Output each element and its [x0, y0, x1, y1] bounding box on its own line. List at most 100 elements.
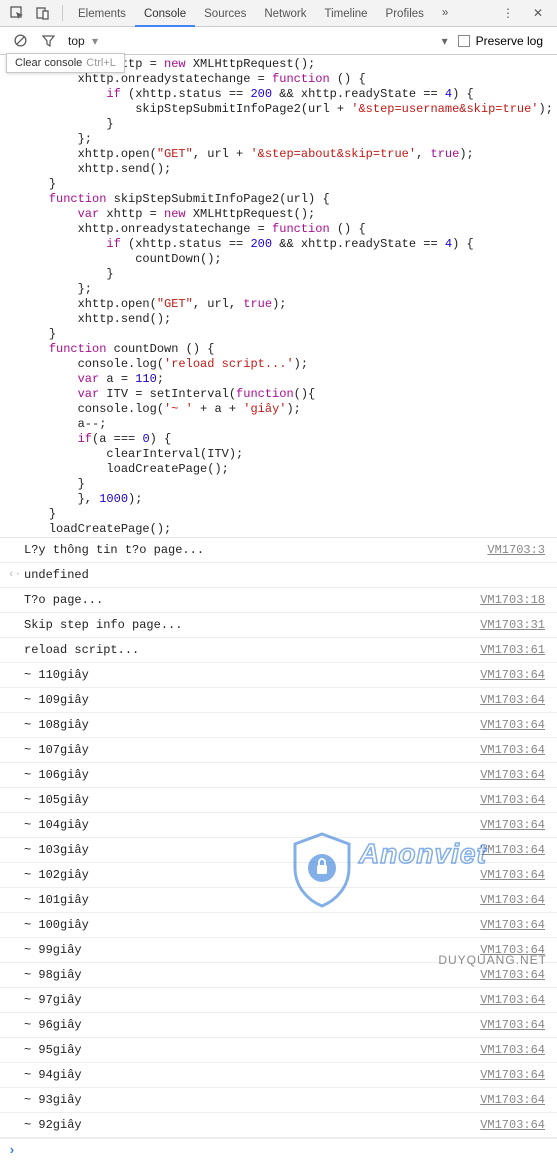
console-log-row: T?o page...VM1703:18: [0, 588, 557, 613]
console-log-row: ~ 101giâyVM1703:64: [0, 888, 557, 913]
console-log-row: ~ 108giâyVM1703:64: [0, 713, 557, 738]
console-log-row: ~ 96giâyVM1703:64: [0, 1013, 557, 1038]
console-source-link[interactable]: VM1703:64: [480, 666, 545, 684]
preserve-log-label: Preserve log: [476, 34, 543, 48]
console-message: ~ 94giây: [24, 1066, 480, 1084]
clear-console-icon[interactable]: [10, 31, 30, 51]
console-message: T?o page...: [24, 591, 480, 609]
code-line: clearInterval(ITV);: [20, 447, 557, 462]
console-source-link[interactable]: VM1703:64: [480, 991, 545, 1009]
checkbox-icon: [458, 35, 470, 47]
console-source-link[interactable]: VM1703:64: [480, 691, 545, 709]
console-source-link[interactable]: VM1703:64: [480, 866, 545, 884]
console-source-link[interactable]: VM1703:64: [480, 1041, 545, 1059]
context-label: top: [68, 34, 85, 48]
code-line: console.log('~ ' + a + 'giây');: [20, 402, 557, 417]
code-line: xhttp.open("GET", url, true);: [20, 297, 557, 312]
console-source-link[interactable]: VM1703:64: [480, 891, 545, 909]
console-prompt[interactable]: ›: [0, 1138, 557, 1162]
console-source-link[interactable]: VM1703:64: [480, 841, 545, 859]
console-message: ~ 103giây: [24, 841, 480, 859]
code-line: xhttp.onreadystatechange = function () {: [20, 222, 557, 237]
console-message: ~ 107giây: [24, 741, 480, 759]
devtools-tab-bar: ElementsConsoleSourcesNetworkTimelinePro…: [0, 0, 557, 27]
console-source-link[interactable]: VM1703:64: [480, 1116, 545, 1134]
console-log-row: ~ 105giâyVM1703:64: [0, 788, 557, 813]
console-message: ~ 108giây: [24, 716, 480, 734]
code-line: xhttp.onreadystatechange = function () {: [20, 72, 557, 87]
tab-sources[interactable]: Sources: [195, 3, 255, 25]
console-source-link[interactable]: VM1703:64: [480, 1066, 545, 1084]
code-line: };: [20, 282, 557, 297]
tabs: ElementsConsoleSourcesNetworkTimelinePro…: [69, 6, 433, 20]
console-return-row: ‹·undefined: [0, 563, 557, 588]
tooltip-shortcut: Ctrl+L: [86, 57, 116, 69]
tooltip-label: Clear console: [15, 57, 82, 69]
console-log-row: ~ 102giâyVM1703:64: [0, 863, 557, 888]
console-source-link[interactable]: VM1703:61: [480, 641, 545, 659]
footer-brand: DUYQUANG.NET: [438, 953, 547, 967]
chevron-down-icon: ▾: [92, 34, 98, 48]
code-line: console.log('reload script...');: [20, 357, 557, 372]
filter-icon[interactable]: [38, 31, 58, 51]
console-message: ~ 95giây: [24, 1041, 480, 1059]
console-source-link[interactable]: VM1703:64: [480, 766, 545, 784]
console-source-link[interactable]: VM1703:64: [480, 916, 545, 934]
tooltip: Clear console Ctrl+L: [6, 53, 125, 73]
console-source-link[interactable]: VM1703:64: [480, 741, 545, 759]
console-source-link[interactable]: VM1703:31: [480, 616, 545, 634]
console-log-row: ~ 109giâyVM1703:64: [0, 688, 557, 713]
console-source-link[interactable]: VM1703:64: [480, 716, 545, 734]
console-message: Skip step info page...: [24, 616, 480, 634]
levels-chevron-icon[interactable]: ▾: [442, 34, 448, 48]
context-selector[interactable]: top ▾: [68, 34, 98, 48]
console-message: ~ 102giây: [24, 866, 480, 884]
tab-network[interactable]: Network: [255, 3, 315, 25]
device-toggle-icon[interactable]: [32, 2, 54, 24]
code-line: }: [20, 177, 557, 192]
code-line: xhttp.send();: [20, 312, 557, 327]
console-source-link[interactable]: VM1703:64: [480, 1091, 545, 1109]
console-message: ~ 106giây: [24, 766, 480, 784]
console-log-row: L?y thông tin t?o page...VM1703:3: [0, 537, 557, 563]
menu-icon[interactable]: ⋮: [497, 2, 519, 24]
code-line: if (xhttp.status == 200 && xhttp.readySt…: [20, 237, 557, 252]
console-message: ~ 110giây: [24, 666, 480, 684]
separator: [62, 5, 63, 21]
code-line: }: [20, 327, 557, 342]
code-line: loadCreatePage();: [20, 522, 557, 537]
console-source-link[interactable]: VM1703:3: [487, 541, 545, 559]
code-line: loadCreatePage();: [20, 462, 557, 477]
console-log-row: ~ 107giâyVM1703:64: [0, 738, 557, 763]
console-message: ~ 104giây: [24, 816, 480, 834]
console-input[interactable]: [22, 1144, 549, 1158]
console-source-link[interactable]: VM1703:18: [480, 591, 545, 609]
code-input-echo: var xhttp = new XMLHttpRequest(); xhttp.…: [0, 55, 557, 537]
code-line: if(a === 0) {: [20, 432, 557, 447]
console-message: ~ 105giây: [24, 791, 480, 809]
console-message: undefined: [24, 566, 549, 584]
overflow-tabs[interactable]: »: [433, 2, 457, 24]
console-source-link[interactable]: VM1703:64: [480, 791, 545, 809]
console-source-link[interactable]: VM1703:64: [480, 966, 545, 984]
console-log-row: ~ 93giâyVM1703:64: [0, 1088, 557, 1113]
console-log-row: ~ 95giâyVM1703:64: [0, 1038, 557, 1063]
close-icon[interactable]: ✕: [527, 2, 549, 24]
console-source-link[interactable]: VM1703:64: [480, 1016, 545, 1034]
inspect-icon[interactable]: [6, 2, 28, 24]
code-line: var a = 110;: [20, 372, 557, 387]
preserve-log-toggle[interactable]: Preserve log: [458, 34, 543, 48]
console-log-row: ~ 104giâyVM1703:64: [0, 813, 557, 838]
tab-console[interactable]: Console: [135, 3, 195, 27]
console-log-row: ~ 94giâyVM1703:64: [0, 1063, 557, 1088]
tab-elements[interactable]: Elements: [69, 3, 135, 25]
code-line: xhttp.send();: [20, 162, 557, 177]
tab-timeline[interactable]: Timeline: [316, 3, 377, 25]
console-message: ~ 109giây: [24, 691, 480, 709]
console-source-link[interactable]: VM1703:64: [480, 816, 545, 834]
prompt-caret-icon: ›: [8, 1143, 16, 1158]
tab-profiles[interactable]: Profiles: [377, 3, 433, 25]
code-line: if (xhttp.status == 200 && xhttp.readySt…: [20, 87, 557, 102]
console-message: reload script...: [24, 641, 480, 659]
console-log-row: ~ 92giâyVM1703:64: [0, 1113, 557, 1138]
